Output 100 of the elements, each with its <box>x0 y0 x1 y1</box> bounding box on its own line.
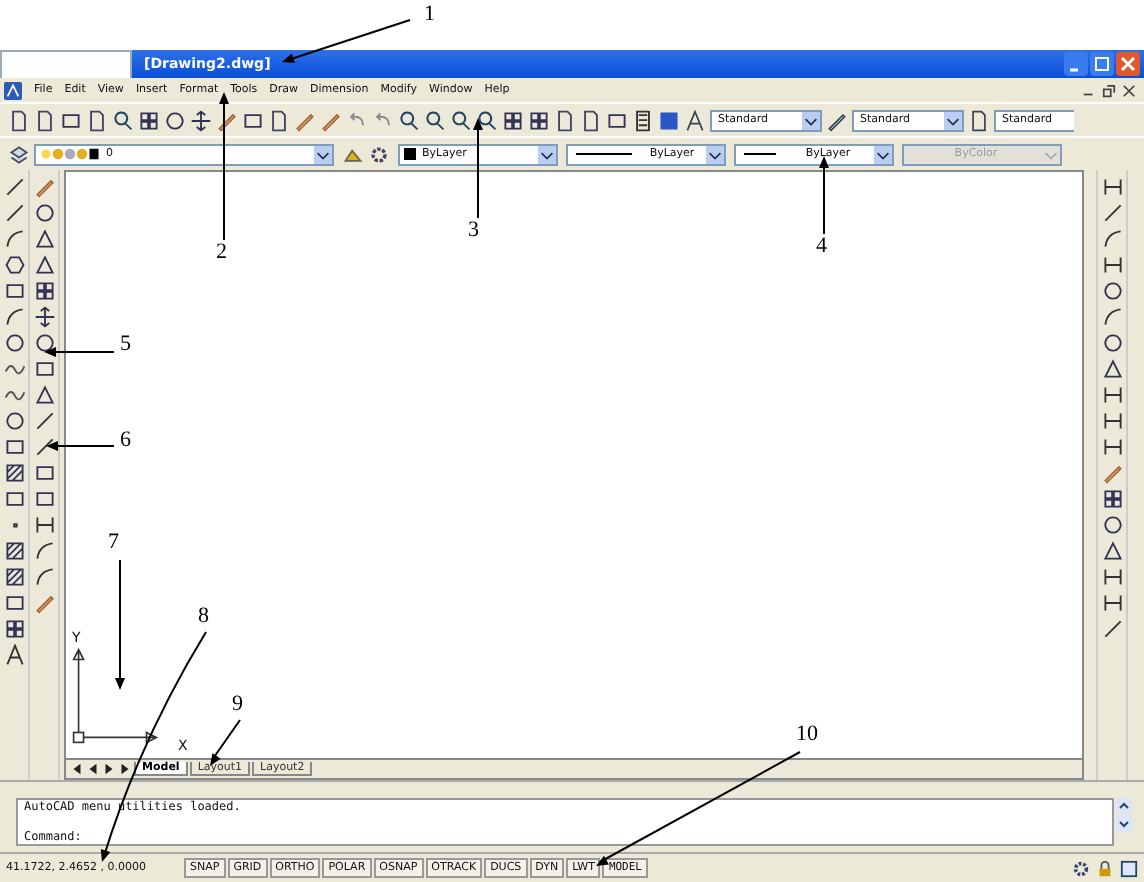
page-icon[interactable] <box>554 109 576 131</box>
app-icon[interactable] <box>4 81 22 99</box>
page-icon[interactable] <box>268 109 290 131</box>
leader-line <box>44 347 115 357</box>
dimension-icon[interactable] <box>1101 436 1123 458</box>
calculator-icon[interactable] <box>632 109 654 131</box>
dimension-icon[interactable] <box>1101 384 1123 406</box>
color-swatch-icon <box>404 148 416 160</box>
square-icon[interactable] <box>606 109 628 131</box>
triangle-icon[interactable] <box>33 254 55 276</box>
triangle-icon[interactable] <box>1101 540 1123 562</box>
undo-icon[interactable] <box>346 109 368 131</box>
square-icon[interactable] <box>3 280 25 302</box>
circle-icon[interactable] <box>3 410 25 432</box>
square-icon[interactable] <box>3 592 25 614</box>
help-icon[interactable] <box>658 109 680 131</box>
circle-icon[interactable] <box>164 109 186 131</box>
scroll-up-icon[interactable] <box>1116 798 1132 814</box>
line-sample-icon <box>744 150 776 158</box>
callout-number: 6 <box>120 430 131 452</box>
dimension-icon[interactable] <box>1101 176 1123 198</box>
magnifier-icon[interactable] <box>424 109 446 131</box>
circle-icon[interactable] <box>1101 332 1123 354</box>
arc-icon[interactable] <box>1101 306 1123 328</box>
diagonal-line-icon[interactable] <box>1101 618 1123 640</box>
grid-icon[interactable] <box>528 109 550 131</box>
square-icon[interactable] <box>3 488 25 510</box>
circle-icon[interactable] <box>1101 280 1123 302</box>
grid-icon[interactable] <box>502 109 524 131</box>
grid-icon[interactable] <box>3 618 25 640</box>
page-icon[interactable] <box>86 109 108 131</box>
page-icon[interactable] <box>580 109 602 131</box>
restore-icon[interactable] <box>1102 83 1116 97</box>
dimension-icon[interactable] <box>1101 254 1123 276</box>
leader-line <box>819 156 829 235</box>
triangle-icon[interactable] <box>33 384 55 406</box>
diagonal-line-icon[interactable] <box>33 410 55 432</box>
arc-icon[interactable] <box>33 566 55 588</box>
page-icon[interactable] <box>34 109 56 131</box>
magnifier-icon[interactable] <box>450 109 472 131</box>
circle-icon[interactable] <box>1101 514 1123 536</box>
square-icon[interactable] <box>242 109 264 131</box>
scroll-down-icon[interactable] <box>1116 816 1132 832</box>
page-icon[interactable] <box>8 109 30 131</box>
magnifier-icon[interactable] <box>112 109 134 131</box>
hatch-icon[interactable] <box>3 566 25 588</box>
square-icon[interactable] <box>33 488 55 510</box>
circle-icon[interactable] <box>33 332 55 354</box>
square-icon[interactable] <box>33 462 55 484</box>
move-icon[interactable] <box>33 306 55 328</box>
grid-icon[interactable] <box>138 109 160 131</box>
dimension-icon[interactable] <box>33 514 55 536</box>
callout-number: 3 <box>468 220 479 242</box>
diagonal-line-icon[interactable] <box>33 436 55 458</box>
letter-a-icon[interactable] <box>3 644 25 666</box>
square-icon[interactable] <box>3 436 25 458</box>
maximize-icon[interactable] <box>1090 52 1114 76</box>
arc-icon[interactable] <box>1101 228 1123 250</box>
arc-icon[interactable] <box>33 540 55 562</box>
lock-icon[interactable] <box>1096 859 1114 877</box>
square-icon[interactable] <box>60 109 82 131</box>
page-icon[interactable] <box>968 109 990 131</box>
circle-icon[interactable] <box>3 332 25 354</box>
dimension-icon[interactable] <box>1101 566 1123 588</box>
triangle-icon[interactable] <box>33 228 55 250</box>
window-icon[interactable] <box>1120 859 1138 877</box>
arc-icon[interactable] <box>3 228 25 250</box>
dimension-icon[interactable] <box>1101 410 1123 432</box>
magnifier-icon[interactable] <box>398 109 420 131</box>
hatch-icon[interactable] <box>3 540 25 562</box>
layers-icon[interactable] <box>8 143 30 165</box>
close-icon[interactable] <box>1116 52 1140 76</box>
dropdown-arrow-icon[interactable] <box>944 111 962 129</box>
triangle-icon[interactable] <box>1101 358 1123 380</box>
dropdown-arrow-icon[interactable] <box>802 111 820 129</box>
move-icon[interactable] <box>190 109 212 131</box>
close-icon[interactable] <box>1122 83 1136 97</box>
callout-number: 7 <box>108 532 119 554</box>
diagonal-line-icon[interactable] <box>1101 202 1123 224</box>
grid-icon[interactable] <box>1101 488 1123 510</box>
leader-line <box>210 719 241 766</box>
dropdown-arrow-icon[interactable] <box>874 145 892 163</box>
pencil-icon[interactable] <box>826 109 848 131</box>
square-icon[interactable] <box>33 358 55 380</box>
letter-a-icon[interactable] <box>684 109 706 131</box>
dropdown-arrow-icon[interactable] <box>706 145 724 163</box>
diagonal-line-icon[interactable] <box>3 202 25 224</box>
dimension-icon[interactable] <box>1101 592 1123 614</box>
minimize-icon[interactable] <box>1064 52 1088 76</box>
grid-icon[interactable] <box>33 280 55 302</box>
hexagon-icon[interactable] <box>3 254 25 276</box>
hatch-icon[interactable] <box>3 462 25 484</box>
magnifier-icon[interactable] <box>476 109 498 131</box>
pencil-icon[interactable] <box>216 109 238 131</box>
diagonal-line-icon[interactable] <box>3 176 25 198</box>
dropdown-arrow-icon[interactable] <box>314 145 332 163</box>
arc-icon[interactable] <box>3 306 25 328</box>
dropdown-arrow-icon[interactable] <box>538 145 556 163</box>
circle-icon[interactable] <box>33 202 55 224</box>
leader-line <box>282 19 411 63</box>
